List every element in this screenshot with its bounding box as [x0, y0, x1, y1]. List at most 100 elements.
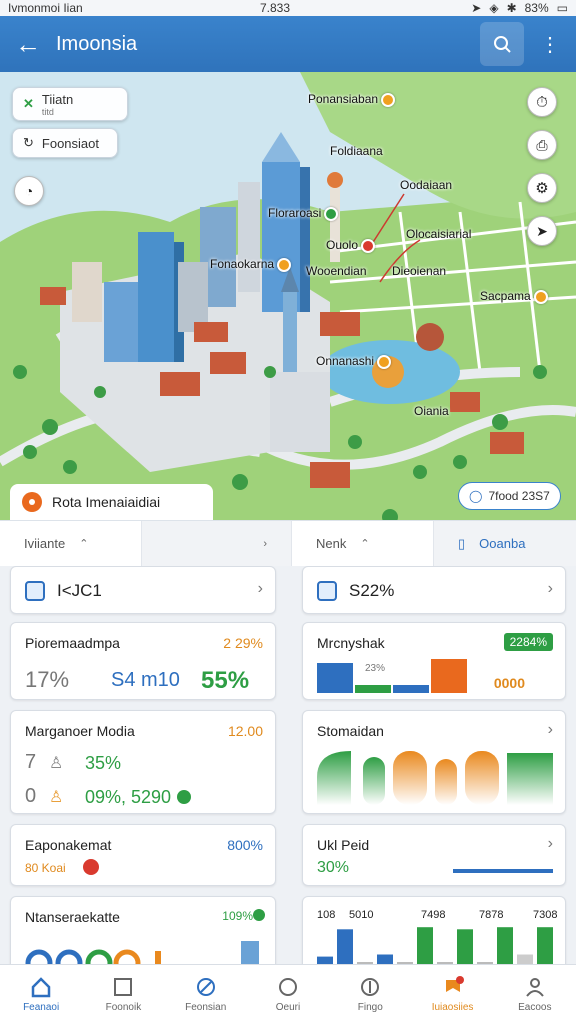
bar-chart: [317, 927, 553, 964]
navigate-button[interactable]: ➤: [527, 216, 557, 246]
stat-card[interactable]: Marganoer Modia 12.00 7 ♙ 35% 0 ♙ 09%, 5…: [10, 710, 276, 814]
time-chip[interactable]: ◯ 7food 23S7: [458, 482, 561, 510]
city-map[interactable]: ✕ Tiiatn titd ↻ Foonsiaot ◔ ⏱ ⎙ ⚙ ➤ Ponan…: [0, 72, 576, 522]
bar: [393, 685, 429, 693]
map-label[interactable]: Olocaisiarial: [406, 227, 471, 241]
nav-item-alerts[interactable]: Iuiaosiies: [411, 965, 493, 1024]
clock-button[interactable]: ⏱: [527, 87, 557, 117]
map-label[interactable]: Oiania: [414, 404, 449, 418]
chevron-up-icon: ⌃: [79, 538, 89, 550]
tab-empty[interactable]: ›: [142, 521, 292, 566]
stat-value: 7: [25, 751, 37, 773]
stat-card[interactable]: Eaponakemat 800% 80 Koai: [10, 824, 276, 886]
map-label[interactable]: Foldiaana: [330, 144, 383, 158]
stat-value: 35%: [85, 753, 122, 773]
settings-button[interactable]: ⚙: [527, 173, 557, 203]
stat-value: 0: [25, 785, 37, 807]
search-button[interactable]: [480, 22, 524, 66]
axis-label: 7308: [533, 909, 558, 921]
nav-item-places[interactable]: Fingo: [329, 965, 411, 1024]
user-icon: [526, 978, 544, 997]
bar: [377, 954, 393, 964]
bluetooth-icon: ✱: [506, 1, 517, 15]
nav-label: Feonsian: [185, 1002, 227, 1013]
gear-icon: ⚙: [535, 180, 549, 197]
bar: [431, 659, 467, 693]
location-chip[interactable]: ↻ Foonsiaot: [12, 128, 118, 158]
nav-label: Foonoik: [105, 1002, 142, 1013]
route-icon: [22, 492, 42, 512]
back-button[interactable]: ←: [0, 16, 56, 72]
map-label[interactable]: Onnanashi: [316, 354, 392, 369]
clock-icon: ⏱: [536, 93, 548, 111]
nav-label: Iuiaosiies: [431, 1002, 474, 1013]
clock-icon: ◯: [469, 489, 483, 503]
stat-card[interactable]: S22% ›: [302, 566, 566, 614]
alert-icon: [83, 859, 99, 875]
nav-item-search[interactable]: Oeuri: [247, 965, 329, 1024]
filter-tabs: Iviiante ⌃ › Nenk ⌃ ▯ Ooanba: [0, 520, 576, 566]
nav-item-explore[interactable]: Feonsian: [165, 965, 247, 1024]
battery-percent: 83%: [524, 1, 549, 15]
arrow-left-icon: ←: [15, 28, 41, 59]
tab-nenk[interactable]: Nenk ⌃: [292, 521, 434, 566]
map-label[interactable]: Ouolo: [326, 238, 376, 253]
map-label[interactable]: Floraroasi: [268, 206, 339, 221]
map-label[interactable]: Oodaiaan: [400, 178, 452, 192]
locate-button[interactable]: ◔: [14, 176, 44, 206]
tab-ooanba[interactable]: ▯ Ooanba: [434, 521, 576, 566]
sheet-header[interactable]: Rota Imenaiaidiai: [10, 484, 213, 520]
pin-icon: [377, 354, 392, 369]
stat-card[interactable]: I<JC1 ›: [10, 566, 276, 614]
bar: [337, 929, 353, 964]
layer-chip[interactable]: ✕ Tiiatn titd: [12, 87, 128, 121]
more-button[interactable]: ⋮: [528, 22, 572, 66]
figure-icon: ♙: [49, 789, 64, 806]
check-icon: [177, 790, 191, 804]
app-bar: ← Imoonsia ⋮: [0, 16, 576, 72]
map-label[interactable]: Fonaokarna: [210, 257, 292, 272]
chevron-right-icon: ›: [263, 537, 267, 550]
chart-card[interactable]: Mrcnyshak 2284% 23% 0000: [302, 622, 566, 700]
card-badge: 2284%: [503, 633, 553, 651]
navigate-icon: ➤: [536, 222, 548, 239]
print-button[interactable]: ⎙: [527, 130, 557, 160]
card-tag: 109%: [222, 909, 253, 923]
axis-label: 108: [317, 909, 336, 921]
nav-item-profile[interactable]: Eacoos: [494, 965, 576, 1024]
stat-card[interactable]: Pioremaadmpa 2 29% 17% S4 m10 55%: [10, 622, 276, 700]
card-tag: 800%: [227, 837, 263, 853]
page-title: Imoonsia: [56, 32, 138, 55]
map-label[interactable]: Dieoienan: [392, 264, 446, 278]
stat-value: 55%: [201, 667, 250, 694]
stat-value: S22%: [349, 581, 395, 600]
nav-item-home[interactable]: Feanaoi: [0, 965, 82, 1024]
sheet-title: Rota Imenaiaidiai: [52, 494, 161, 510]
pin-icon: [533, 289, 548, 304]
card-title: Ukl Peid: [317, 837, 370, 853]
signal-icon: ➤: [471, 1, 482, 15]
refresh-icon: ↻: [23, 135, 34, 150]
battery-icon: ▭: [556, 1, 568, 15]
nav-label: Oeuri: [275, 1002, 301, 1013]
card-icon: [317, 581, 337, 601]
wifi-icon: ◈: [489, 1, 499, 15]
chart-card[interactable]: 108 5010 7498 7878 7308: [302, 896, 566, 964]
chart-card[interactable]: Stomaidan ›: [302, 710, 566, 814]
home-icon: [31, 977, 51, 998]
map-label[interactable]: Sacpama: [480, 289, 548, 304]
stat-card[interactable]: Ntanseraekatte 109%: [10, 896, 276, 964]
axis-label: 5010: [349, 909, 374, 921]
donut-row: [25, 941, 259, 964]
card-title: Eaponakemat: [25, 837, 112, 853]
status-bar: Ivmonmoi Iian 7.833 ➤ ◈ ✱ 83% ▭: [0, 0, 576, 16]
map-label[interactable]: Ponansiaban: [308, 92, 396, 107]
tab-overview[interactable]: Iviiante ⌃: [0, 521, 142, 566]
map-label[interactable]: Wooendian: [306, 264, 367, 278]
axis-label: 7498: [421, 909, 446, 921]
stat-card[interactable]: Ukl Peid › 30%: [302, 824, 566, 886]
nav-item-reports[interactable]: Foonoik: [82, 965, 164, 1024]
bar: [517, 954, 533, 964]
bar: [355, 685, 391, 693]
nav-label: Eacoos: [518, 1002, 552, 1013]
